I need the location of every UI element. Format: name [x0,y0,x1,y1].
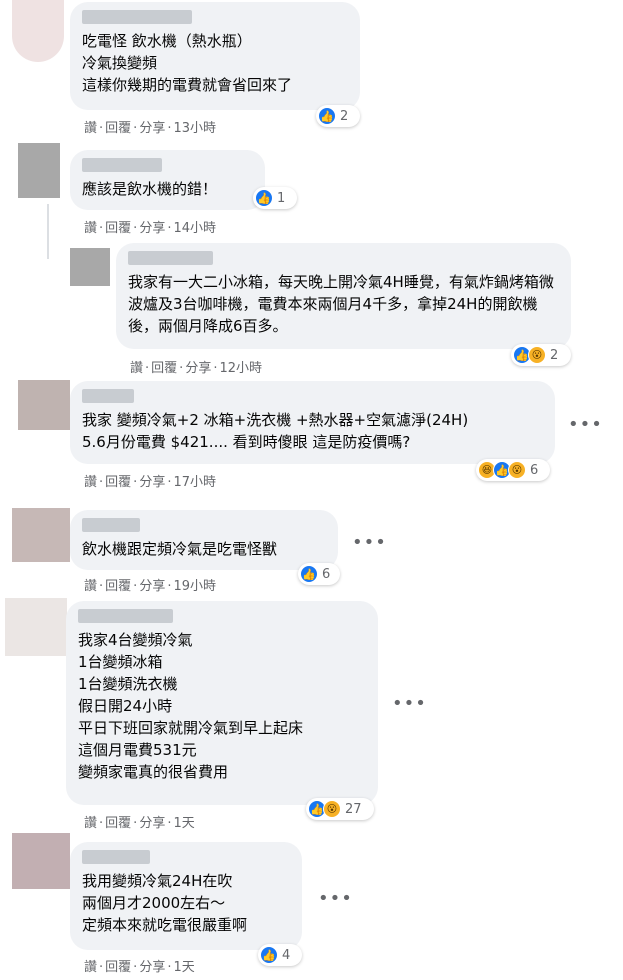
comment-text: 應該是飲水機的錯！ [82,180,218,198]
like-link[interactable]: 讚 [84,217,97,236]
reply-link[interactable]: 回覆 [105,812,131,831]
author-name[interactable] [78,609,173,623]
reply-link[interactable]: 回覆 [105,956,131,975]
like-icon: 👍 [300,565,318,583]
timestamp[interactable]: 14小時 [173,217,216,236]
comment-text: 我家 變頻冷氣+2 冰箱+洗衣機 +熱水器+空氣濾淨(24H) 5.6月份電費 … [82,411,469,451]
reaction-summary[interactable]: 👍 2 [316,105,360,127]
comment-bubble: 我家4台變頻冷氣 1台變頻冰箱 1台變頻洗衣機 假日開24小時 平日下班回家就開… [66,601,378,805]
like-icon: 👍 [318,107,336,125]
wow-icon: 😮 [528,346,546,364]
reply-link[interactable]: 回覆 [105,575,131,594]
thread-line [47,204,49,259]
comment-text: 吃電怪 飲水機（熱水瓶） 冷氣換變頻 這樣你幾期的電費就會省回來了 [82,32,293,94]
avatar[interactable] [12,833,70,889]
reaction-count: 27 [345,801,362,817]
avatar[interactable] [18,380,70,430]
reply-link[interactable]: 回覆 [105,471,131,490]
like-link[interactable]: 讚 [84,471,97,490]
comment-text: 飲水機跟定頻冷氣是吃電怪獸 [82,540,278,558]
reply-link[interactable]: 回覆 [105,217,131,236]
reaction-summary[interactable]: 👍 😮 27 [306,798,374,820]
avatar[interactable] [18,143,60,198]
comment-actions: 讚 · 回覆 · 分享 · 1天 [84,956,195,975]
like-link[interactable]: 讚 [84,117,97,136]
comment-text: 我用變頻冷氣24H在吹 兩個月才2000左右～ 定頻本來就吃電很嚴重啊 [82,872,248,934]
avatar[interactable] [12,0,64,62]
comment-bubble: 飲水機跟定頻冷氣是吃電怪獸 [70,510,338,570]
like-link[interactable]: 讚 [130,357,143,376]
comment-bubble: 我家有一大二小冰箱，每天晚上開冷氣4H睡覺，有氣炸鍋烤箱微波爐及3台咖啡機，電費… [116,243,571,349]
like-link[interactable]: 讚 [84,575,97,594]
avatar[interactable] [12,508,70,562]
timestamp[interactable]: 12小時 [219,357,262,376]
comment-bubble: 吃電怪 飲水機（熱水瓶） 冷氣換變頻 這樣你幾期的電費就會省回來了 [70,2,360,110]
share-link[interactable]: 分享 [139,217,165,236]
reaction-summary[interactable]: 👍 4 [258,944,302,966]
more-options-icon[interactable]: ••• [352,532,387,553]
reply-link[interactable]: 回覆 [151,357,177,376]
comment-actions: 讚 · 回覆 · 分享 · 13小時 [84,117,216,136]
more-options-icon[interactable]: ••• [318,888,353,909]
timestamp[interactable]: 1天 [173,956,194,975]
author-name[interactable] [82,518,140,532]
like-icon: 👍 [260,946,278,964]
avatar[interactable] [70,248,110,286]
reaction-count: 4 [282,947,291,963]
timestamp[interactable]: 13小時 [173,117,216,136]
reaction-summary[interactable]: 😆 👍 😮 6 [476,459,550,481]
share-link[interactable]: 分享 [139,575,165,594]
reaction-summary[interactable]: 👍 6 [298,563,340,585]
comment-text: 我家4台變頻冷氣 1台變頻冰箱 1台變頻洗衣機 假日開24小時 平日下班回家就開… [78,631,304,781]
timestamp[interactable]: 19小時 [173,575,216,594]
timestamp[interactable]: 1天 [173,812,194,831]
comment-actions: 讚 · 回覆 · 分享 · 12小時 [130,357,262,376]
author-name[interactable] [128,251,213,265]
more-options-icon[interactable]: ••• [392,693,427,714]
wow-icon: 😮 [323,800,341,818]
comment-actions: 讚 · 回覆 · 分享 · 14小時 [84,217,216,236]
comment-bubble: 我家 變頻冷氣+2 冰箱+洗衣機 +熱水器+空氣濾淨(24H) 5.6月份電費 … [70,381,555,464]
reaction-count: 2 [550,347,559,363]
share-link[interactable]: 分享 [139,471,165,490]
comment-actions: 讚 · 回覆 · 分享 · 1天 [84,812,195,831]
comment-bubble: 我用變頻冷氣24H在吹 兩個月才2000左右～ 定頻本來就吃電很嚴重啊 [70,842,302,950]
share-link[interactable]: 分享 [139,956,165,975]
reaction-summary[interactable]: 👍 😮 2 [511,344,571,366]
avatar[interactable] [5,598,67,656]
share-link[interactable]: 分享 [139,117,165,136]
like-link[interactable]: 讚 [84,812,97,831]
reaction-summary[interactable]: 👍 1 [253,187,297,209]
reaction-count: 6 [530,462,539,478]
like-link[interactable]: 讚 [84,956,97,975]
comment-actions: 讚 · 回覆 · 分享 · 17小時 [84,471,216,490]
timestamp[interactable]: 17小時 [173,471,216,490]
reaction-count: 6 [322,566,331,582]
author-name[interactable] [82,850,150,864]
author-name[interactable] [82,10,192,24]
more-options-icon[interactable]: ••• [568,414,603,435]
like-icon: 👍 [255,189,273,207]
author-name[interactable] [82,158,162,172]
comment-bubble: 應該是飲水機的錯！ [70,150,265,210]
reaction-count: 2 [340,108,349,124]
comment-text: 我家有一大二小冰箱，每天晚上開冷氣4H睡覺，有氣炸鍋烤箱微波爐及3台咖啡機，電費… [128,273,554,335]
reaction-count: 1 [277,190,286,206]
reply-link[interactable]: 回覆 [105,117,131,136]
wow-icon: 😮 [508,461,526,479]
share-link[interactable]: 分享 [139,812,165,831]
comment-actions: 讚 · 回覆 · 分享 · 19小時 [84,575,216,594]
share-link[interactable]: 分享 [185,357,211,376]
author-name[interactable] [82,389,134,403]
